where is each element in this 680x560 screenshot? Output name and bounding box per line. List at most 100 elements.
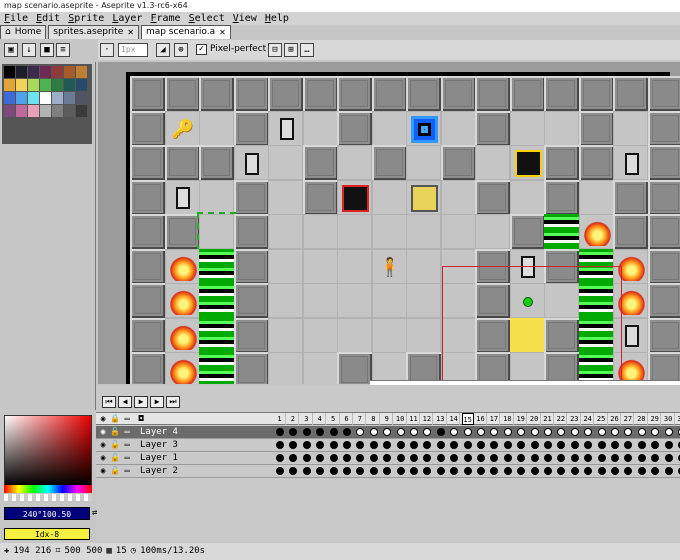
frame-number[interactable]: 8 bbox=[368, 413, 380, 425]
cel[interactable] bbox=[423, 428, 432, 436]
cel[interactable] bbox=[316, 441, 325, 449]
last-frame-icon[interactable]: ⏭ bbox=[166, 396, 180, 408]
brush-type-icon[interactable]: · bbox=[100, 43, 114, 57]
tab-home[interactable]: ⌂ Home bbox=[0, 25, 47, 39]
palette-swatch[interactable] bbox=[28, 92, 39, 104]
menu-edit[interactable]: Edit bbox=[32, 12, 64, 25]
cel[interactable] bbox=[289, 467, 298, 475]
frame-number[interactable]: 3 bbox=[301, 413, 313, 425]
cel[interactable] bbox=[276, 441, 284, 449]
cel[interactable] bbox=[557, 454, 566, 462]
menu-sprite[interactable]: Sprite bbox=[64, 12, 108, 25]
cel[interactable] bbox=[597, 428, 606, 436]
palette-swatch[interactable] bbox=[64, 66, 75, 78]
layer-row[interactable]: ◉ 🔓 ▭ Layer 1 bbox=[96, 452, 680, 465]
cel[interactable] bbox=[570, 454, 579, 462]
menu-select[interactable]: Select bbox=[185, 12, 229, 25]
cel[interactable] bbox=[329, 441, 338, 449]
cel[interactable] bbox=[624, 441, 633, 449]
horizontal-scrollbar[interactable] bbox=[370, 380, 680, 385]
cel[interactable] bbox=[637, 467, 646, 475]
frame-number[interactable]: 30 bbox=[663, 413, 675, 425]
palette-swatch[interactable] bbox=[16, 79, 27, 91]
frame-number[interactable]: 28 bbox=[636, 413, 648, 425]
cel[interactable] bbox=[396, 441, 405, 449]
frame-number[interactable]: 5 bbox=[328, 413, 340, 425]
layer-row[interactable]: ◉ 🔓 ▭ Layer 3 bbox=[96, 439, 680, 452]
frame-number[interactable]: 22 bbox=[555, 413, 568, 425]
frame-number[interactable]: 10 bbox=[395, 413, 407, 425]
continuous-icon[interactable]: ▭ bbox=[122, 453, 132, 463]
cel[interactable] bbox=[570, 467, 579, 475]
cel[interactable] bbox=[517, 441, 526, 449]
frame-number[interactable]: 17 bbox=[488, 413, 501, 425]
eye-icon[interactable]: ◉ bbox=[98, 440, 108, 450]
cel[interactable] bbox=[477, 441, 485, 449]
cel[interactable] bbox=[584, 441, 593, 449]
eye-icon[interactable]: ◉ bbox=[98, 414, 108, 424]
frame-number[interactable]: 23 bbox=[569, 413, 581, 425]
cel[interactable] bbox=[450, 428, 459, 436]
cel[interactable] bbox=[477, 467, 485, 475]
close-icon[interactable]: ✕ bbox=[127, 26, 134, 39]
palette-swatch[interactable] bbox=[16, 66, 27, 78]
menu-view[interactable]: View bbox=[229, 12, 261, 25]
palette-swatch[interactable] bbox=[16, 92, 27, 104]
cel[interactable] bbox=[356, 441, 365, 449]
palette-swatch[interactable] bbox=[52, 79, 63, 91]
palette-swatch[interactable] bbox=[76, 66, 87, 78]
cel[interactable] bbox=[597, 454, 606, 462]
frame-number[interactable]: 29 bbox=[649, 413, 662, 425]
cel[interactable] bbox=[611, 467, 619, 475]
palette-swatch[interactable] bbox=[52, 66, 63, 78]
cel[interactable] bbox=[463, 454, 472, 462]
cel[interactable] bbox=[289, 428, 298, 436]
frame-number[interactable]: 18 bbox=[502, 413, 514, 425]
cel[interactable] bbox=[343, 454, 351, 462]
lock-icon[interactable]: 🔓 bbox=[110, 453, 120, 463]
cel[interactable] bbox=[651, 454, 660, 462]
cel[interactable] bbox=[530, 454, 539, 462]
cel[interactable] bbox=[356, 454, 365, 462]
cel[interactable] bbox=[276, 428, 284, 436]
sort-icon[interactable]: ↓ bbox=[22, 43, 36, 57]
cel[interactable] bbox=[651, 467, 660, 475]
cel[interactable] bbox=[356, 467, 365, 475]
cel[interactable] bbox=[289, 441, 298, 449]
frame-number[interactable]: 6 bbox=[341, 413, 353, 425]
palette-swatch[interactable] bbox=[52, 92, 63, 104]
eye-icon[interactable]: ◉ bbox=[98, 466, 108, 476]
frame-number[interactable]: 11 bbox=[408, 413, 420, 425]
cel[interactable] bbox=[530, 467, 539, 475]
canvas-area[interactable]: 🔑 🧍 bbox=[98, 62, 680, 384]
palette-swatch[interactable] bbox=[4, 66, 15, 78]
palette-swatch[interactable] bbox=[76, 92, 87, 104]
zoom-icon[interactable]: ⊕ bbox=[174, 43, 188, 57]
cel[interactable] bbox=[664, 467, 673, 475]
cel[interactable] bbox=[463, 441, 472, 449]
cel[interactable] bbox=[584, 467, 593, 475]
tab-sprites[interactable]: sprites.aseprite ✕ bbox=[48, 25, 139, 39]
cel[interactable] bbox=[329, 428, 338, 436]
cel[interactable] bbox=[624, 467, 633, 475]
cel[interactable] bbox=[503, 467, 512, 475]
lock-icon[interactable]: 🔓 bbox=[110, 466, 120, 476]
cel[interactable] bbox=[664, 441, 673, 449]
cel[interactable] bbox=[410, 428, 418, 436]
frame-number[interactable]: 15 bbox=[461, 413, 474, 425]
cel[interactable] bbox=[302, 428, 311, 436]
cel[interactable] bbox=[624, 454, 633, 462]
palette-swatch[interactable] bbox=[40, 105, 51, 117]
continuous-icon[interactable]: ▭ bbox=[122, 427, 132, 437]
frame-number[interactable]: 24 bbox=[582, 413, 595, 425]
cel[interactable] bbox=[530, 441, 539, 449]
cel[interactable] bbox=[316, 467, 325, 475]
cel[interactable] bbox=[423, 441, 432, 449]
onion-skin-icon[interactable]: ◘ bbox=[136, 414, 146, 424]
cel[interactable] bbox=[490, 441, 499, 449]
cel[interactable] bbox=[463, 467, 472, 475]
cel[interactable] bbox=[517, 428, 526, 436]
cel[interactable] bbox=[450, 441, 459, 449]
palette-swatch[interactable] bbox=[52, 105, 63, 117]
cel[interactable] bbox=[544, 454, 552, 462]
